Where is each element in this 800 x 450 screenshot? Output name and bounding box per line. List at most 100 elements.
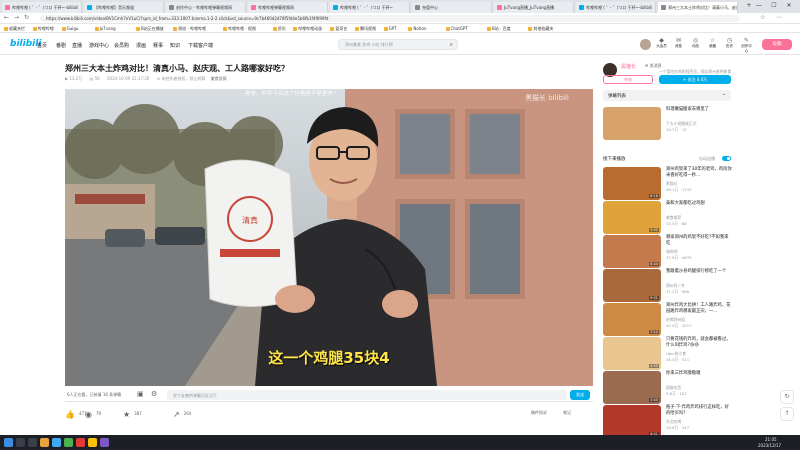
bookmark-item[interactable]: 哔哩哔哩动画 <box>293 26 322 32</box>
nav-item[interactable]: 知识 <box>170 42 180 49</box>
bookmark-item[interactable]: GPT <box>383 26 397 31</box>
report-button[interactable]: 稿件投诉 <box>531 410 547 416</box>
upload-button[interactable]: 投稿 <box>762 39 792 50</box>
recommend-card[interactable]: 9:31 我跟着沙县鸡腿排行榜吃了一个 郑州阿二冬 31.2万 · 986 <box>603 269 733 305</box>
menu-dots-icon[interactable]: ⋯ <box>776 14 782 21</box>
nav-item[interactable]: 赛事 <box>153 42 163 49</box>
recommend-title[interactable]: 瓶子·下·炸鸡炸鸡排行这样吃，好的哈买吗? <box>666 405 732 416</box>
url-field[interactable]: https://www.bilibili.com/video/BV1Cmh7eV… <box>40 15 740 22</box>
nav-item[interactable]: 游戏中心 <box>89 42 109 49</box>
recommend-title[interactable]: 哪家郑州的鸡架不好吃?不如我来吃 <box>666 235 732 246</box>
recommend-title[interactable]: 我跟着沙县鸡腿排行榜吃了一个 <box>666 269 732 275</box>
recommend-title[interactable]: 你来三炸鸡嗷嗷嗷 <box>666 371 732 377</box>
bookmark-item[interactable]: ChatGPT <box>445 26 468 31</box>
browser-tab[interactable]: 郑州三大本土炸鸡对比！清真小马、赵庆... <box>658 2 738 13</box>
bookmark-item[interactable]: 腾讯视频 <box>355 26 376 32</box>
recommend-thumbnail[interactable]: 9:31 <box>603 269 661 302</box>
recommend-title[interactable]: 泰和大家都吃过鸡翅 <box>666 201 732 207</box>
browser-tab[interactable]: 哔哩哔哩 ( ゜- ゜)つロ 干杯~ <box>330 2 410 13</box>
recommend-card[interactable]: 6:18 郑州鸡架来了30年的老鸡，鸡肉你米香好吃得一秒... 黑猫长 58.1万 ·… <box>603 167 733 203</box>
nav-item[interactable]: 会员购 <box>114 42 129 49</box>
category-tag[interactable]: 美食侦探 <box>211 76 227 81</box>
back-to-top-icon[interactable]: ↑ <box>780 407 794 421</box>
bookmark-item[interactable]: 资讯 <box>272 26 286 32</box>
chrome-icon[interactable] <box>88 438 97 447</box>
bookmark-item[interactable]: Notion <box>408 26 427 31</box>
search-icon[interactable]: ⌕ <box>450 41 453 49</box>
recommend-card[interactable]: 料理嫩猫搬家去哪里了 下方小说播放正式 10.7万 · 12 <box>603 107 733 143</box>
clock-date[interactable]: 2023/12/17 <box>758 443 781 448</box>
star-icon[interactable]: ☆ <box>760 14 765 21</box>
favorite-entry[interactable]: ☆ 收藏 <box>706 37 719 49</box>
edge-icon[interactable] <box>52 438 61 447</box>
coin-button[interactable]: ◉ 79 <box>85 410 101 419</box>
refresh-feed-icon[interactable]: ↻ <box>780 390 794 404</box>
app2-icon[interactable] <box>76 438 85 447</box>
recommend-thumbnail[interactable]: 6:01 <box>603 405 661 438</box>
recommend-thumbnail[interactable] <box>603 107 661 140</box>
bookmark-item[interactable]: 其他收藏夹 <box>528 26 553 32</box>
danmaku-settings-icon[interactable]: ⚙ <box>151 390 157 398</box>
browser-tab[interactable]: 哔哩哔哩 ( ゜- ゜)つロ 干杯~-bilibili <box>2 2 82 13</box>
recommend-card[interactable]: 5:02 泰和大家都吃过鸡翅 美食推荐 13.5万 · 88 <box>603 201 733 237</box>
close-window-icon[interactable]: ✕ <box>782 2 796 9</box>
app-icon[interactable] <box>64 438 73 447</box>
bookmark-item[interactable]: 原创 · 哔哩哔哩 <box>173 26 206 32</box>
recommend-title[interactable]: 郑州鸡架来了30年的老鸡，鸡肉你米香好吃得一秒... <box>666 167 732 178</box>
dynamic-entry[interactable]: ◎ 动态 <box>689 37 702 49</box>
browser-tab[interactable]: 【哔哩哔哩】音乐频道 <box>84 2 164 13</box>
search-input[interactable]: 郑州美食 炸鸡 小吃 排行榜 ⌕ <box>338 39 458 50</box>
recommend-thumbnail[interactable]: 3:40 <box>603 371 661 404</box>
notes-button[interactable]: 笔记 <box>563 410 571 416</box>
follow-button[interactable]: + 关注 4.4万 <box>659 75 731 84</box>
bookmark-item[interactable]: 哔哩哔哩 · 视频 <box>223 26 256 32</box>
recommend-title[interactable]: 郑州炸鸡大比拼！工人路炸鸡、花园路炸鸡哪家最正宗，一... <box>666 303 732 314</box>
recommend-card[interactable]: 8:44 哪家郑州的鸡架不好吃?不如我来吃 咖啡吧 37.9万 · 4679 <box>603 235 733 271</box>
user-avatar[interactable] <box>640 39 651 50</box>
browser-tab[interactable]: 创作中心 - 哔哩哔哩弹幕视频网 <box>166 2 246 13</box>
start-icon[interactable] <box>4 438 13 447</box>
task-view-icon[interactable] <box>28 438 37 447</box>
back-icon[interactable]: ← <box>4 14 9 21</box>
search-taskbar-icon[interactable] <box>16 438 25 447</box>
creation-entry[interactable]: ✎ 创作中心 <box>740 37 753 54</box>
uploader-name[interactable]: 黑猫长 <box>621 63 636 70</box>
browser-tab[interactable]: 哔哩哔哩 ( ゜- ゜)つロ 干杯~-bilibili <box>576 2 656 13</box>
like-button[interactable]: 👍 477 <box>65 410 87 419</box>
nav-item[interactable]: 番剧 <box>56 42 66 49</box>
recommend-title[interactable]: 料理嫩猫搬家去哪里了 <box>666 107 732 113</box>
recommend-thumbnail[interactable]: 5:02 <box>603 201 661 234</box>
minimize-icon[interactable]: — <box>752 2 766 9</box>
danmaku-send-button[interactable]: 发送 <box>570 390 590 400</box>
browser-tab[interactable]: 哔哩哔哩弹幕视频网 <box>248 2 328 13</box>
fav-star-button[interactable]: ★ 387 <box>123 410 142 419</box>
danmaku-input[interactable]: 发个友善的弹幕见证当下 <box>167 390 567 400</box>
bookmark-item[interactable]: B站 · 百度 <box>487 26 511 32</box>
danmaku-toggle-icon[interactable]: ▣ <box>137 390 144 398</box>
autoplay-toggle[interactable] <box>722 156 731 161</box>
nav-item[interactable]: 首页 <box>37 42 47 49</box>
nav-item[interactable]: 直播 <box>72 42 82 49</box>
recommend-card[interactable]: 4:55 只要花钱的炸鸡，就会都被看过，什么叫炸鸡?😅😅 Ubin的小食 26.4万 … <box>603 337 733 373</box>
recommend-thumbnail[interactable]: 6:18 <box>603 167 661 200</box>
refresh-icon[interactable]: ↻ <box>24 14 29 21</box>
bookmark-item[interactable]: Guigu <box>61 26 78 31</box>
browser-tab[interactable]: 充值中心 <box>412 2 492 13</box>
big-member-entry[interactable]: ◆ 大会员 <box>655 37 668 49</box>
app3-icon[interactable] <box>100 438 109 447</box>
recommend-thumbnail[interactable]: 4:55 <box>603 337 661 370</box>
message-entry[interactable]: ✉ 消息 <box>672 37 685 49</box>
nav-item[interactable]: 漫画 <box>136 42 146 49</box>
maximize-icon[interactable]: ☐ <box>767 2 781 9</box>
clock-time[interactable]: 21:05 <box>765 437 777 442</box>
bookmark-item[interactable]: JuTvang <box>94 26 116 31</box>
recommend-card[interactable]: 7:12 郑州炸鸡大比拼！工人路炸鸡、花园路炸鸡哪家最正宗，一... 吃喝郑州姐 42… <box>603 303 733 339</box>
history-entry[interactable]: ◷ 历史 <box>723 37 736 49</box>
bookmark-item[interactable]: 哔哩哔哩 <box>32 26 54 32</box>
charge-button[interactable]: 充电 <box>603 75 653 84</box>
nav-item[interactable]: 下载客户端 <box>188 42 213 49</box>
recommend-title[interactable]: 只要花钱的炸鸡，就会都被看过，什么叫炸鸡?😅😅 <box>666 337 732 348</box>
recommend-thumbnail[interactable]: 8:44 <box>603 235 661 268</box>
forward-icon[interactable]: → <box>14 14 19 21</box>
danmaku-list-panel[interactable]: 弹幕列表 ⌄ <box>603 90 731 101</box>
